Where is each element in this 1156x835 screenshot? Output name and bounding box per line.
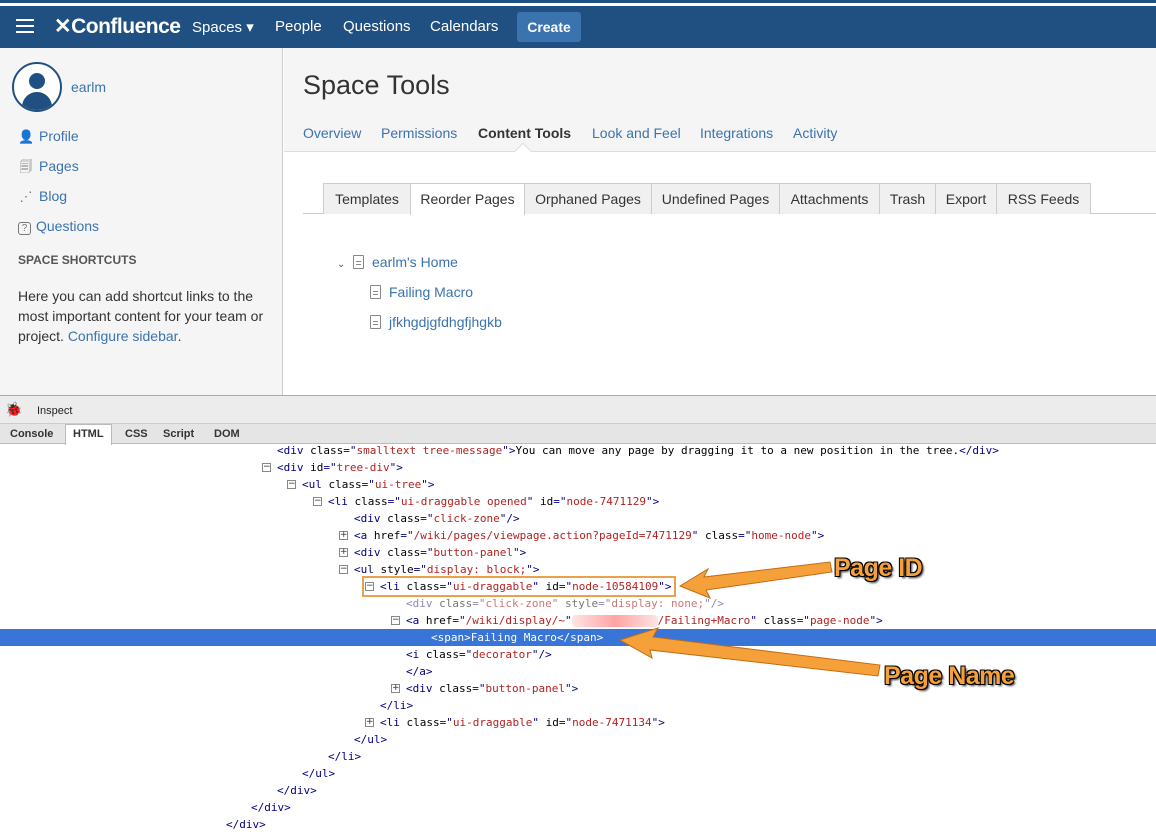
page-name-callout: Page Name	[884, 662, 1015, 690]
page-id-arrow	[678, 561, 833, 599]
annotation-arrows	[618, 561, 881, 677]
page-id-callout: Page ID	[834, 554, 923, 582]
page-name-arrow	[618, 627, 881, 677]
